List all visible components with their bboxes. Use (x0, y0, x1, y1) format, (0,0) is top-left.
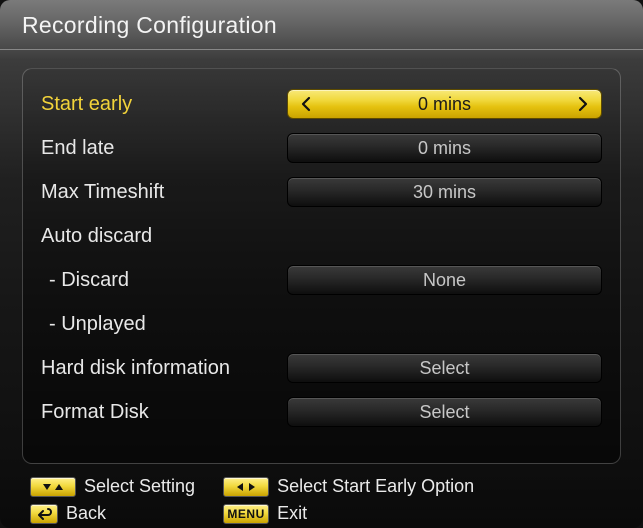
hint-back: Back (30, 503, 195, 524)
value-discard[interactable]: None (287, 265, 602, 295)
hint-text: Select Start Early Option (277, 476, 474, 497)
label-discard: - Discard (41, 269, 287, 292)
hint-exit: MENU Exit (223, 503, 474, 524)
value-start-early[interactable]: 0 mins (287, 89, 602, 119)
chevron-left-icon[interactable] (292, 96, 320, 112)
menu-key-icon: MENU (223, 504, 269, 524)
chevron-right-icon[interactable] (569, 96, 597, 112)
value-end-late[interactable]: 0 mins (287, 133, 602, 163)
settings-panel: Start early 0 mins End late 0 mins Max T… (22, 68, 621, 464)
row-format-disk[interactable]: Format Disk Select (41, 395, 602, 429)
recording-config-window: Recording Configuration Start early 0 mi… (0, 0, 643, 528)
left-right-key-icon (223, 477, 269, 497)
row-end-late[interactable]: End late 0 mins (41, 131, 602, 165)
label-hdd-info: Hard disk information (41, 357, 287, 380)
hint-text: Back (66, 503, 106, 524)
value-format-disk[interactable]: Select (287, 397, 602, 427)
value-text: Select (419, 358, 469, 379)
footer-hints: Select Setting Back Select Start Early O… (0, 464, 643, 524)
back-key-icon (30, 504, 58, 524)
value-text: 0 mins (418, 138, 471, 159)
row-unplayed[interactable]: - Unplayed (41, 307, 602, 341)
label-end-late: End late (41, 137, 287, 160)
label-start-early: Start early (41, 93, 287, 116)
hint-select-option: Select Start Early Option (223, 476, 474, 497)
label-format-disk: Format Disk (41, 401, 287, 424)
up-down-key-icon (30, 477, 76, 497)
footer-col-right: Select Start Early Option MENU Exit (223, 476, 474, 524)
value-text: 30 mins (413, 182, 476, 203)
label-auto-discard: Auto discard (41, 225, 287, 248)
label-unplayed: - Unplayed (41, 313, 287, 336)
value-text: 0 mins (418, 94, 471, 115)
hint-text: Exit (277, 503, 307, 524)
title-bar: Recording Configuration (0, 0, 643, 50)
page-title: Recording Configuration (22, 12, 621, 39)
row-max-timeshift[interactable]: Max Timeshift 30 mins (41, 175, 602, 209)
value-max-timeshift[interactable]: 30 mins (287, 177, 602, 207)
value-text: None (423, 270, 466, 291)
row-start-early[interactable]: Start early 0 mins (41, 87, 602, 121)
row-hdd-info[interactable]: Hard disk information Select (41, 351, 602, 385)
value-text: Select (419, 402, 469, 423)
row-auto-discard: Auto discard (41, 219, 602, 253)
row-discard[interactable]: - Discard None (41, 263, 602, 297)
hint-text: Select Setting (84, 476, 195, 497)
label-max-timeshift: Max Timeshift (41, 181, 287, 204)
footer-col-left: Select Setting Back (30, 476, 195, 524)
hint-select-setting: Select Setting (30, 476, 195, 497)
value-empty (287, 221, 602, 251)
value-empty (287, 309, 602, 339)
value-hdd-info[interactable]: Select (287, 353, 602, 383)
